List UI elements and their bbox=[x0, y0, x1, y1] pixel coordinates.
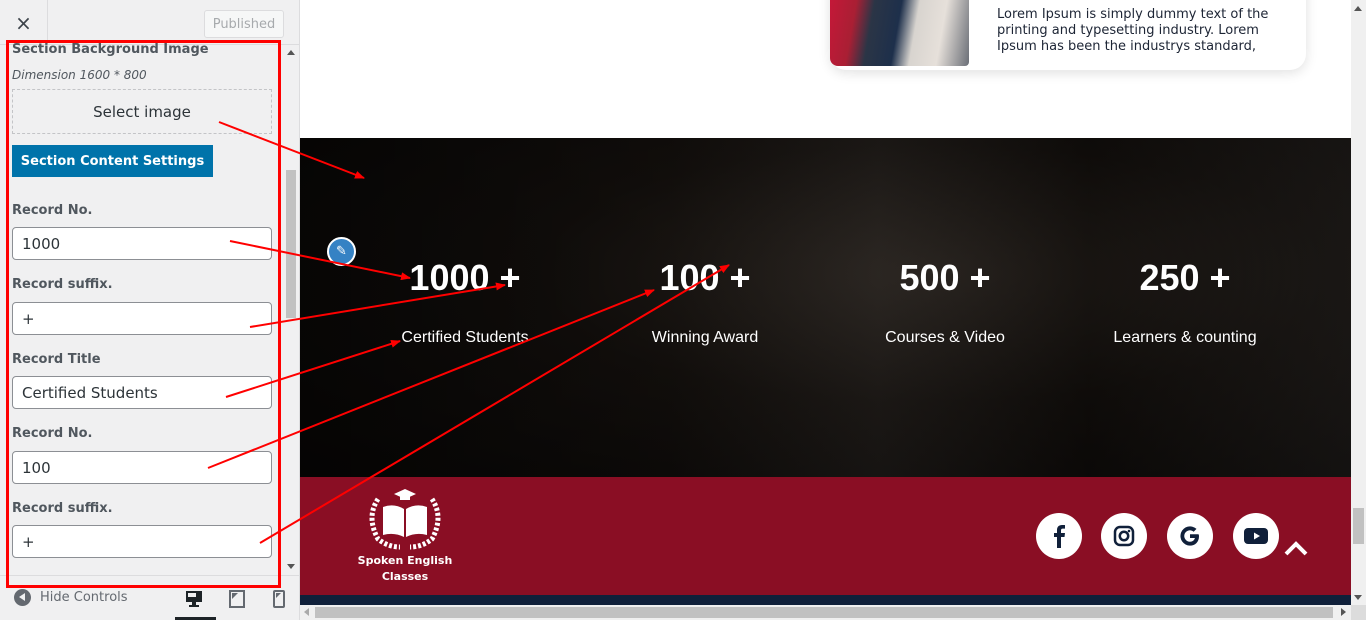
record-suffix-input-1[interactable] bbox=[12, 302, 272, 335]
close-customizer-button[interactable]: × bbox=[0, 0, 48, 45]
section-content-settings-button[interactable]: Section Content Settings bbox=[12, 145, 213, 177]
record-suffix-label-1: Record suffix. bbox=[12, 277, 113, 292]
record-suffix-label-2: Record suffix. bbox=[12, 501, 113, 516]
stat-item: 250 + Learners & counting bbox=[1065, 253, 1305, 347]
youtube-button[interactable] bbox=[1233, 513, 1279, 559]
facebook-icon bbox=[1054, 525, 1065, 548]
stat-item: 1000 + Certified Students bbox=[345, 253, 585, 347]
section-background-title: Section Background Image bbox=[12, 42, 209, 57]
site-logo[interactable]: Spoken English Classes bbox=[350, 487, 460, 585]
site-preview: Lorem Ipsum is simply dummy text of the … bbox=[300, 0, 1351, 605]
scroll-down-arrow-icon[interactable] bbox=[287, 564, 295, 569]
record-no-input-2[interactable] bbox=[12, 451, 272, 484]
hide-controls-label: Hide Controls bbox=[40, 590, 128, 605]
preview-horizontal-scrollbar[interactable] bbox=[300, 605, 1351, 620]
select-image-button[interactable]: Select image bbox=[12, 89, 272, 134]
tablet-preview-icon[interactable] bbox=[228, 590, 246, 608]
stat-number: 100 + bbox=[659, 257, 751, 298]
record-no-input-1[interactable] bbox=[12, 227, 272, 260]
stat-item: 500 + Courses & Video bbox=[825, 253, 1065, 347]
stat-number: 500 + bbox=[899, 257, 991, 298]
customizer-screen: × Published Section Background Image Dim… bbox=[0, 0, 1366, 620]
footer-bottom-bar bbox=[300, 595, 1351, 605]
stat-number: 1000 + bbox=[409, 257, 521, 298]
record-no-label-2: Record No. bbox=[12, 426, 93, 441]
close-icon: × bbox=[15, 10, 32, 35]
scroll-up-arrow-icon[interactable] bbox=[287, 50, 295, 55]
scroll-right-arrow-icon[interactable] bbox=[1341, 608, 1346, 616]
published-button[interactable]: Published bbox=[204, 10, 284, 38]
students-image bbox=[830, 0, 969, 66]
mobile-preview-icon[interactable] bbox=[270, 590, 288, 608]
scroll-to-top-chevron-icon[interactable] bbox=[1283, 539, 1309, 557]
stat-item: 100 + Winning Award bbox=[585, 253, 825, 347]
google-button[interactable] bbox=[1167, 513, 1213, 559]
scroll-left-arrow-icon[interactable] bbox=[304, 608, 309, 616]
stat-title: Courses & Video bbox=[885, 329, 1005, 346]
sidebar-scroll-thumb[interactable] bbox=[286, 170, 296, 318]
sidebar-header: × Published bbox=[0, 0, 299, 45]
sidebar-footer: Hide Controls bbox=[0, 575, 299, 620]
scroll-up-arrow-icon[interactable] bbox=[1354, 6, 1362, 11]
record-no-label-1: Record No. bbox=[12, 203, 93, 218]
site-footer: Spoken English Classes bbox=[300, 477, 1351, 595]
desktop-preview-icon[interactable] bbox=[185, 590, 203, 608]
instagram-icon bbox=[1113, 525, 1135, 547]
card-text: Lorem Ipsum is simply dummy text of the … bbox=[997, 7, 1269, 54]
customizer-sidebar: × Published Section Background Image Dim… bbox=[0, 0, 300, 620]
dimension-note: Dimension 1600 * 800 bbox=[12, 68, 147, 82]
stats-section: ✎ 1000 + Certified Students 100 + Winnin… bbox=[300, 138, 1351, 477]
hide-controls-button[interactable]: Hide Controls bbox=[14, 589, 128, 606]
scrollbar-corner bbox=[1351, 605, 1366, 620]
section-controls-panel: Section Background Image Dimension 1600 … bbox=[0, 40, 284, 575]
scroll-down-arrow-icon[interactable] bbox=[1354, 595, 1362, 600]
collapse-arrow-icon bbox=[14, 589, 31, 606]
youtube-icon bbox=[1244, 528, 1268, 544]
stat-title: Learners & counting bbox=[1113, 329, 1257, 346]
book-laurel-logo-icon bbox=[369, 489, 441, 550]
preview-vertical-scroll-thumb[interactable] bbox=[1353, 508, 1364, 544]
facebook-button[interactable] bbox=[1036, 513, 1082, 559]
google-icon bbox=[1180, 526, 1199, 546]
record-title-input-1[interactable] bbox=[12, 376, 272, 409]
sidebar-scrollbar[interactable] bbox=[284, 45, 299, 575]
record-suffix-input-2[interactable] bbox=[12, 525, 272, 558]
instagram-button[interactable] bbox=[1101, 513, 1147, 559]
preview-vertical-scrollbar[interactable] bbox=[1351, 0, 1366, 605]
preview-horizontal-scroll-thumb[interactable] bbox=[315, 607, 1333, 618]
record-title-label-1: Record Title bbox=[12, 352, 101, 367]
stat-title: Certified Students bbox=[401, 329, 529, 346]
logo-text: Spoken English Classes bbox=[357, 554, 453, 583]
stat-number: 250 + bbox=[1139, 257, 1231, 298]
testimonial-card: Lorem Ipsum is simply dummy text of the … bbox=[830, 0, 1306, 70]
stat-title: Winning Award bbox=[651, 329, 759, 346]
